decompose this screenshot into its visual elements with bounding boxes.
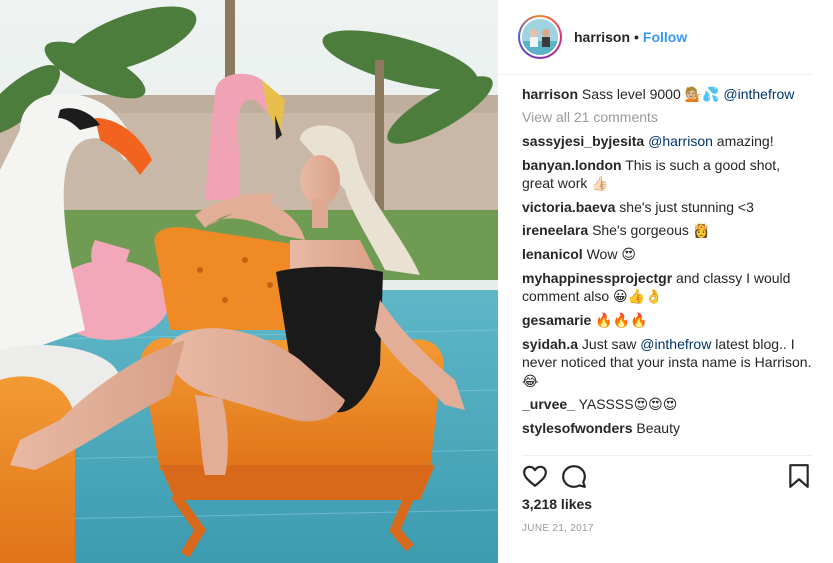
comment-username[interactable]: myhappinessprojectgr: [522, 270, 672, 286]
comment-item: syidah.a Just saw @inthefrow latest blog…: [522, 335, 813, 390]
comment-username[interactable]: sassyjesi_byjesita: [522, 133, 644, 149]
caption-username[interactable]: harrison: [522, 86, 578, 102]
comment-username[interactable]: _urvee_: [522, 396, 575, 412]
comment-text: amazing!: [712, 132, 774, 149]
comment-username[interactable]: syidah.a: [522, 336, 578, 352]
avatar-image: [522, 19, 558, 55]
heart-icon[interactable]: [522, 463, 550, 491]
comment-item: ireneelara She's gorgeous 👸: [522, 221, 813, 239]
post-sidebar: harrison • Follow harrison Sass level 90…: [498, 0, 833, 563]
avatar[interactable]: [518, 15, 562, 59]
action-bar: [522, 463, 813, 491]
caption: harrison Sass level 9000 💁🏼💦 @inthefrow: [522, 85, 813, 103]
comment-item: sassyjesi_byjesita @harrison amazing!: [522, 132, 813, 150]
bookmark-icon[interactable]: [787, 463, 815, 491]
comment-mention[interactable]: @harrison: [648, 133, 713, 149]
comment-text: Beauty: [636, 420, 680, 437]
post-photo-illustration: [0, 0, 498, 563]
comment-username[interactable]: gesamarie: [522, 312, 591, 328]
comment-item: myhappinessprojectgr and classy I would …: [522, 269, 813, 306]
comment-item: _urvee_ YASSSS😍😍😍: [522, 395, 813, 413]
comment-username[interactable]: ireneelara: [522, 222, 588, 238]
comment-item: gesamarie 🔥🔥🔥: [522, 311, 813, 329]
comment-username[interactable]: banyan.london: [522, 157, 622, 173]
post-photo[interactable]: [0, 0, 498, 563]
comment-username[interactable]: stylesofwonders: [522, 420, 632, 436]
view-all-comments-link[interactable]: View all 21 comments: [522, 109, 813, 125]
follow-button[interactable]: Follow: [643, 29, 687, 45]
comment-mention[interactable]: @inthefrow: [640, 336, 711, 352]
header-separator: •: [634, 29, 639, 45]
comment-username[interactable]: lenanicol: [522, 246, 583, 262]
post-date: JUNE 21, 2017: [522, 523, 594, 534]
section-divider: [522, 455, 813, 456]
caption-mention[interactable]: @inthefrow: [723, 86, 794, 102]
comment-text: She's gorgeous 👸: [592, 222, 711, 239]
comment-item: victoria.baeva she's just stunning <3: [522, 198, 813, 216]
speech-bubble-icon[interactable]: [561, 463, 589, 491]
comment-text: 🔥🔥🔥: [595, 312, 648, 329]
post-username[interactable]: harrison: [574, 29, 630, 45]
comment-item: banyan.london This is such a good shot, …: [522, 156, 813, 193]
comment-text: Just saw: [581, 335, 641, 352]
likes-count[interactable]: 3,218 likes: [522, 496, 592, 512]
comment-text: she's just stunning <3: [619, 198, 754, 215]
comment-item: lenanicol Wow 😍: [522, 245, 813, 263]
comment-text: Wow 😍: [586, 246, 636, 263]
comment-username[interactable]: victoria.baeva: [522, 199, 615, 215]
comments-list[interactable]: harrison Sass level 9000 💁🏼💦 @inthefrow …: [522, 85, 813, 455]
caption-text: Sass level 9000 💁🏼💦: [581, 86, 724, 102]
post-header: harrison • Follow: [498, 0, 813, 75]
comment-item: stylesofwonders Beauty: [522, 419, 813, 437]
comment-text: YASSSS😍😍😍: [578, 396, 678, 413]
